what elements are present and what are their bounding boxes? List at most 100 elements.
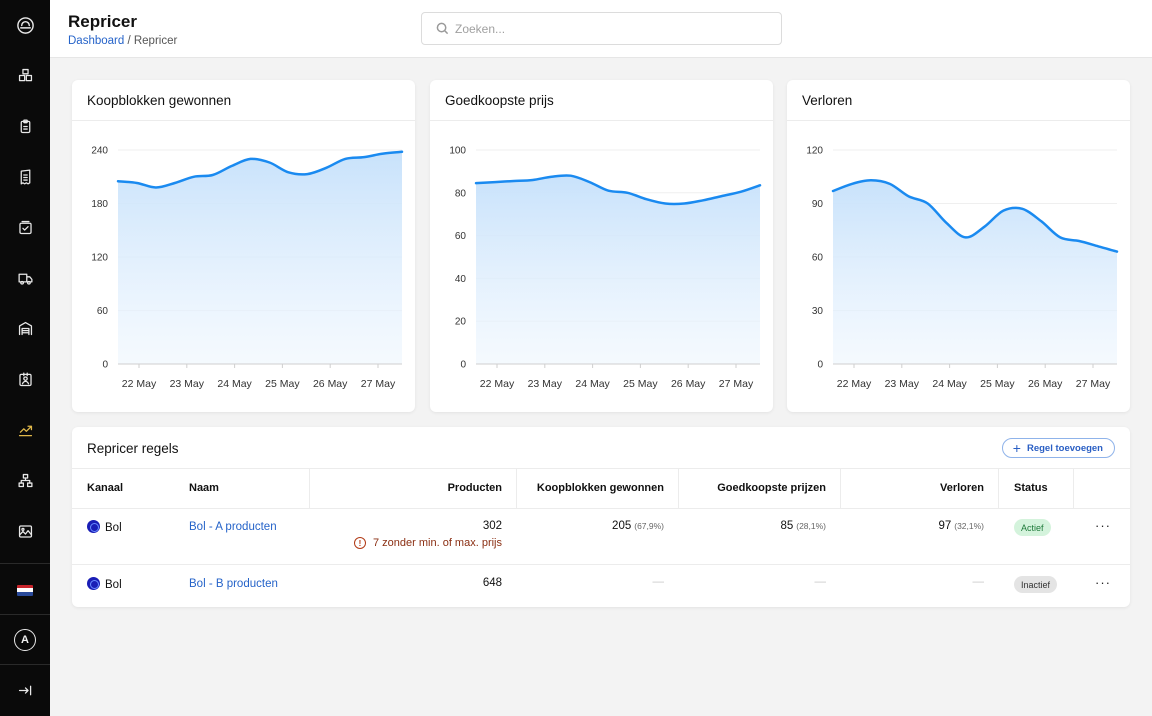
x-tick-label: 22 May: [122, 378, 157, 390]
x-tick-label: 24 May: [575, 378, 610, 390]
y-tick-label: 60: [812, 253, 824, 264]
warehouse-icon[interactable]: [0, 313, 50, 343]
bol-icon: [87, 577, 100, 590]
column-header-producten[interactable]: Producten: [448, 482, 502, 494]
column-divider: [309, 468, 310, 508]
search-box[interactable]: [421, 12, 782, 45]
status-badge: Inactief: [1014, 576, 1058, 593]
column-header-status[interactable]: Status: [1014, 482, 1048, 494]
chart-verloren: 0 30 60 90 120 22 May 23 May 24 May 25 May 26 May…: [806, 146, 1119, 390]
cheapest-cell: 85 (28,1%): [780, 520, 826, 532]
avatar[interactable]: A: [0, 625, 50, 655]
buybox-won-value: 205: [612, 520, 632, 532]
column-header-kanaal[interactable]: Kanaal: [87, 482, 123, 494]
channel-cell: Bol: [87, 577, 122, 591]
chart-card-goedkoopste: Goedkoopste prijs 0 20 40 60 80 100 22 May 23 M…: [430, 80, 773, 412]
nl-flag-icon[interactable]: [0, 575, 50, 605]
x-tick-label: 27 May: [1076, 378, 1111, 390]
x-tick-label: 27 May: [361, 378, 396, 390]
y-tick-label: 120: [91, 253, 108, 264]
y-tick-label: 120: [806, 146, 823, 157]
lost-pct: (32,1%): [954, 521, 984, 531]
logo-icon[interactable]: [0, 10, 50, 40]
y-tick-label: 0: [817, 360, 823, 371]
page-title: Repricer: [68, 12, 137, 31]
area-fill: [833, 180, 1117, 364]
rule-name-link[interactable]: Bol - B producten: [189, 578, 278, 590]
y-tick-label: 20: [455, 317, 467, 328]
sidebar-divider: [0, 664, 50, 665]
y-tick-label: 240: [91, 146, 108, 157]
add-rule-button[interactable]: + Regel toevoegen: [1001, 438, 1115, 458]
products-count: 648: [482, 577, 502, 589]
x-tick-label: 25 May: [980, 378, 1015, 390]
status-badge: Actief: [1014, 519, 1051, 536]
column-header-goedkoopste[interactable]: Goedkoopste prijzen: [717, 482, 826, 494]
x-tick-label: 23 May: [170, 378, 205, 390]
column-divider: [998, 468, 999, 508]
x-tick-label: 26 May: [671, 378, 706, 390]
y-tick-label: 80: [455, 188, 467, 199]
package-check-icon[interactable]: [0, 212, 50, 242]
column-divider: [840, 468, 841, 508]
column-header-naam[interactable]: Naam: [189, 482, 219, 494]
breadcrumb: Dashboard / Repricer: [68, 35, 177, 47]
x-tick-label: 22 May: [837, 378, 872, 390]
cheapest-cell: —: [815, 576, 827, 588]
table-title: Repricer regels: [87, 441, 179, 456]
buybox-won-pct: (67,9%): [634, 521, 664, 531]
column-header-koopblokken[interactable]: Koopblokken gewonnen: [537, 482, 664, 494]
buybox-won-cell: —: [653, 576, 665, 588]
rule-name-link[interactable]: Bol - A producten: [189, 521, 277, 533]
y-tick-label: 60: [97, 306, 109, 317]
search-icon: [436, 22, 449, 35]
empty-value: —: [972, 576, 985, 588]
buybox-won-cell: 205 (67,9%): [612, 520, 664, 532]
y-tick-label: 90: [812, 199, 824, 210]
y-tick-label: 100: [449, 146, 466, 157]
channel-name: Bol: [105, 522, 122, 534]
logout-icon[interactable]: [0, 675, 50, 705]
column-header-verloren[interactable]: Verloren: [940, 482, 984, 494]
x-tick-label: 24 May: [932, 378, 967, 390]
bol-icon: [87, 520, 100, 533]
cheapest-value: 85: [780, 520, 794, 532]
row-divider: [72, 564, 1130, 565]
image-icon[interactable]: [0, 516, 50, 546]
truck-icon[interactable]: [0, 263, 50, 293]
breadcrumb-separator: /: [124, 35, 134, 47]
chart-title: Verloren: [802, 93, 853, 108]
lost-cell: 97 (32,1%): [938, 520, 984, 532]
plus-icon: +: [1012, 440, 1021, 456]
y-tick-label: 60: [455, 231, 467, 242]
sidebar-divider: [0, 614, 50, 615]
channel-name: Bol: [105, 579, 122, 591]
sitemap-icon[interactable]: [0, 465, 50, 495]
contact-card-icon[interactable]: [0, 364, 50, 394]
row-actions-button[interactable]: ···: [1095, 518, 1111, 533]
avatar-initial: A: [14, 629, 36, 651]
chart-goedkoopste: 0 20 40 60 80 100 22 May 23 May 24 May 25 May 26 M…: [449, 146, 762, 390]
x-tick-label: 22 May: [480, 378, 515, 390]
y-tick-label: 0: [102, 360, 108, 371]
lost-cell: —: [973, 576, 985, 588]
area-fill: [118, 151, 402, 364]
breadcrumb-current: Repricer: [133, 35, 178, 47]
x-tick-label: 26 May: [313, 378, 348, 390]
boxes-icon[interactable]: [0, 60, 50, 90]
row-actions-button[interactable]: ···: [1095, 575, 1111, 590]
receipt-icon[interactable]: [0, 162, 50, 192]
chart-trend-icon[interactable]: [0, 415, 50, 445]
chart-card-koopblokken: Koopblokken gewonnen 0 60 120 180 240 22 May 2…: [72, 80, 415, 412]
breadcrumb-dashboard-link[interactable]: Dashboard: [68, 35, 124, 47]
column-divider: [516, 468, 517, 508]
chart-title: Goedkoopste prijs: [445, 93, 554, 108]
chart-title: Koopblokken gewonnen: [87, 93, 232, 108]
clipboard-icon[interactable]: [0, 111, 50, 141]
x-tick-label: 27 May: [719, 378, 754, 390]
sidebar: A: [0, 0, 50, 716]
empty-value: —: [652, 576, 665, 588]
search-input[interactable]: [455, 21, 755, 36]
table-divider: [72, 468, 1130, 469]
missing-price-warning[interactable]: ! 7 zonder min. of max. prijs: [354, 537, 502, 549]
